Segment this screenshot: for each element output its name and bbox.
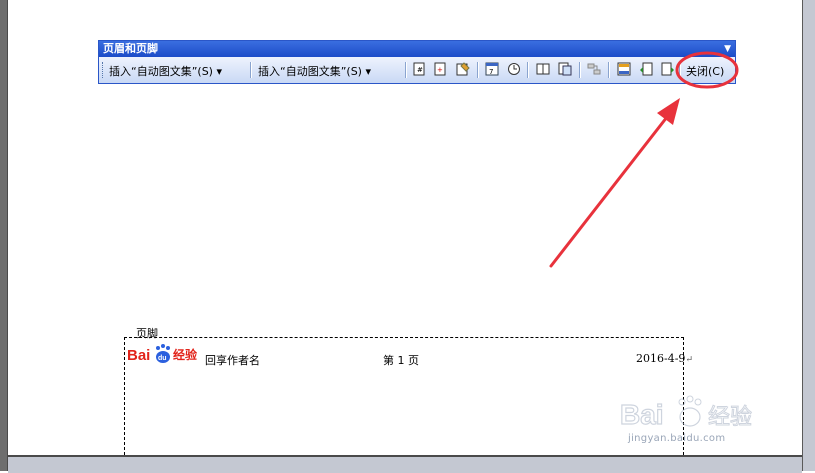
show-hide-document-text-icon[interactable] <box>558 62 572 76</box>
page-left-margin <box>0 0 8 471</box>
header-footer-toolbar: 页眉和页脚 ▼ 插入“自动图文集”(S) ▾ 插入“自动图文集”(S) ▾ # … <box>98 40 736 84</box>
toolbar-separator <box>608 62 610 78</box>
toolbar-separator <box>250 62 252 78</box>
insert-autotext-button-2[interactable]: 插入“自动图文集”(S) ▾ <box>258 63 371 79</box>
toolbar-options-icon[interactable]: ▼ <box>724 41 731 57</box>
annotation-arrow-head <box>657 98 680 125</box>
paragraph-mark-icon: ↵ <box>685 355 693 365</box>
insert-page-number-icon[interactable]: # <box>412 62 426 76</box>
toolbar-title: 页眉和页脚 <box>103 42 158 55</box>
toolbar-separator <box>679 62 681 78</box>
vertical-scroll-area[interactable] <box>802 0 815 471</box>
toolbar-body: 插入“自动图文集”(S) ▾ 插入“自动图文集”(S) ▾ # + 7 关闭(C… <box>99 57 735 83</box>
svg-text:Bai: Bai <box>620 399 664 430</box>
insert-date-icon[interactable]: 7 <box>485 62 499 76</box>
toolbar-separator <box>527 62 529 78</box>
svg-text:#: # <box>417 66 423 74</box>
insert-page-count-icon[interactable]: + <box>433 62 447 76</box>
insert-autotext-button-1[interactable]: 插入“自动图文集”(S) ▾ <box>109 63 222 79</box>
footer-date: 2016-4-9↵ <box>636 352 693 365</box>
svg-text:7: 7 <box>489 68 493 76</box>
annotation-arrow-shaft <box>549 115 669 268</box>
svg-text:经验: 经验 <box>708 405 752 430</box>
switch-header-footer-icon[interactable] <box>617 62 631 76</box>
close-button[interactable]: 关闭(C) <box>686 63 724 79</box>
insert-time-icon[interactable] <box>507 62 521 76</box>
footer-author-text: 回享作者名 <box>205 354 260 367</box>
toolbar-separator <box>405 62 407 78</box>
toolbar-separator <box>579 62 581 78</box>
same-as-previous-icon[interactable] <box>587 62 601 76</box>
show-next-icon[interactable] <box>661 62 675 76</box>
svg-text:经验: 经验 <box>173 347 198 362</box>
page-setup-icon[interactable] <box>536 62 550 76</box>
svg-text:+: + <box>437 66 443 74</box>
show-previous-icon[interactable] <box>639 62 653 76</box>
baidu-jingyan-logo: Bai du 经验 <box>127 344 198 363</box>
format-page-number-icon[interactable] <box>456 62 470 76</box>
baidu-paw-icon: du <box>156 344 170 363</box>
horizontal-scroll-area[interactable] <box>8 455 802 473</box>
footer-page-number: 第 1 页 <box>383 354 419 367</box>
toolbar-grip[interactable] <box>102 62 106 78</box>
svg-text:du: du <box>158 355 167 362</box>
toolbar-separator <box>477 62 479 78</box>
watermark-url: jingyan.baidu.com <box>628 433 726 444</box>
svg-text:Bai: Bai <box>127 347 150 363</box>
toolbar-titlebar[interactable]: 页眉和页脚 ▼ <box>99 41 735 57</box>
